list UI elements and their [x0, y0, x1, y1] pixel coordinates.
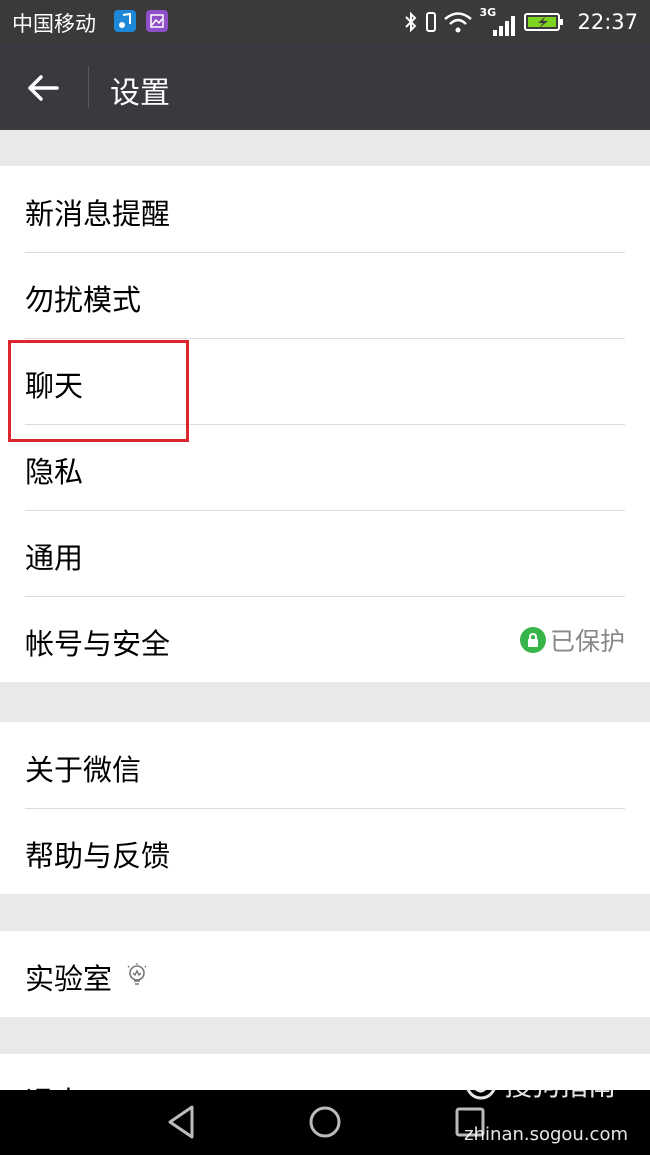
setting-label: 隐私: [25, 455, 84, 489]
setting-account-security[interactable]: 帐号与安全 已保护: [0, 596, 650, 682]
setting-chat[interactable]: 聊天: [0, 338, 650, 424]
settings-group-lab: 实验室: [0, 931, 650, 1017]
setting-help-feedback[interactable]: 帮助与反馈: [0, 808, 650, 894]
setting-label: 帐号与安全: [25, 627, 171, 661]
vibrate-icon: [426, 12, 437, 32]
arrow-left-icon: [28, 75, 59, 101]
watermark-url: zhinan.sogou.com: [464, 1124, 628, 1145]
sogou-logo-icon: [465, 1068, 497, 1100]
settings-group-main: 新消息提醒 勿扰模式 聊天 隐私 通用 帐号与安全 已保护: [0, 166, 650, 682]
gallery-app-icon: [146, 10, 168, 32]
setting-label: 聊天: [25, 369, 84, 403]
lightbulb-icon: [127, 963, 147, 985]
watermark: 搜狗指南 zhinan.sogou.com: [464, 1064, 628, 1145]
page-title: 设置: [110, 76, 170, 111]
status-bar: 中国移动 3G 22:37: [0, 0, 650, 44]
protected-status: 已保护: [519, 622, 625, 658]
carrier-label: 中国移动: [12, 12, 96, 36]
setting-about-wechat[interactable]: 关于微信: [0, 722, 650, 808]
setting-new-message-notify[interactable]: 新消息提醒: [0, 166, 650, 252]
back-button[interactable]: [24, 67, 66, 109]
bluetooth-icon: [405, 11, 417, 33]
signal-icon: [493, 16, 516, 36]
wifi-icon: [444, 12, 473, 33]
nav-back-icon[interactable]: [162, 1102, 202, 1142]
lock-icon: [519, 627, 546, 653]
watermark-brand-text: 搜狗指南: [504, 1069, 617, 1102]
setting-label: 实验室: [25, 962, 113, 996]
music-app-icon: [114, 10, 136, 32]
battery-charging-icon: [524, 13, 564, 31]
setting-lab[interactable]: 实验室: [0, 931, 650, 1017]
setting-label: 新消息提醒: [25, 197, 171, 231]
setting-privacy[interactable]: 隐私: [0, 424, 650, 510]
setting-label: 退出: [25, 1079, 83, 1090]
setting-label: 关于微信: [25, 753, 142, 787]
appbar-divider: [88, 66, 89, 108]
setting-do-not-disturb[interactable]: 勿扰模式: [0, 252, 650, 338]
watermark-brand: 搜狗指南: [464, 1064, 628, 1104]
clock: 22:37: [577, 10, 638, 34]
setting-general[interactable]: 通用: [0, 510, 650, 596]
protected-status-label: 已保护: [549, 627, 625, 656]
setting-label: 通用: [25, 541, 84, 575]
app-bar: 设置: [0, 44, 650, 130]
signal-indicator: 3G: [479, 6, 517, 36]
settings-group-about: 关于微信 帮助与反馈: [0, 722, 650, 894]
setting-label: 勿扰模式: [25, 283, 142, 317]
nav-home-icon[interactable]: [305, 1102, 345, 1142]
status-icons: 3G 22:37: [403, 6, 638, 38]
setting-label: 帮助与反馈: [25, 839, 171, 873]
